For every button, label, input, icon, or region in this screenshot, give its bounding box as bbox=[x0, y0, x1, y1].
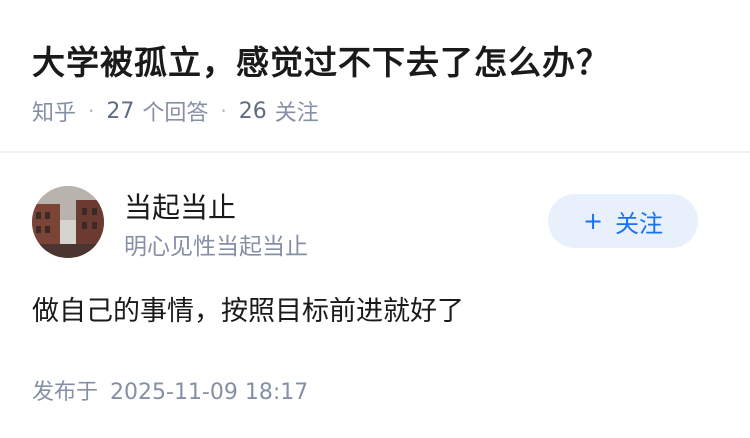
answers-count: 27 bbox=[106, 98, 135, 124]
published-time: 2025-11-09 18:17 bbox=[110, 380, 309, 405]
plus-icon: + bbox=[582, 207, 604, 235]
published-label: 发布于 bbox=[32, 380, 99, 405]
follow-label: 关注 bbox=[615, 209, 664, 238]
separator-dot: · bbox=[220, 99, 227, 123]
answer-text[interactable]: 做自己的事情，按照目标前进就好了 bbox=[32, 289, 464, 328]
question-header: 大学被孤立，感觉过不下去了怎么办？ 知乎 · 27 个回答 · 26 关注 bbox=[0, 0, 750, 150]
followers-count: 26 bbox=[238, 98, 267, 124]
avatar[interactable] bbox=[32, 186, 104, 258]
answer-page: 大学被孤立，感觉过不下去了怎么办？ 知乎 · 27 个回答 · 26 关注 当起… bbox=[0, 0, 750, 438]
follow-button[interactable]: + 关注 bbox=[548, 194, 698, 248]
publish-info: 发布于 2025-11-09 18:17 bbox=[32, 374, 308, 406]
followers-label: 关注 bbox=[274, 101, 319, 126]
building-photo-avatar bbox=[32, 186, 104, 258]
separator-dot: · bbox=[88, 99, 95, 123]
author-row: 当起当止 明心见性当起当止 + 关注 bbox=[32, 184, 722, 264]
divider bbox=[0, 151, 750, 153]
source-label[interactable]: 知乎 bbox=[32, 95, 76, 127]
question-meta: 知乎 · 27 个回答 · 26 关注 bbox=[32, 95, 319, 127]
author-bio: 明心见性当起当止 bbox=[124, 234, 308, 260]
answers-label: 个回答 bbox=[142, 101, 209, 126]
author-name[interactable]: 当起当止 bbox=[124, 186, 236, 226]
question-title[interactable]: 大学被孤立，感觉过不下去了怎么办？ bbox=[32, 36, 610, 84]
